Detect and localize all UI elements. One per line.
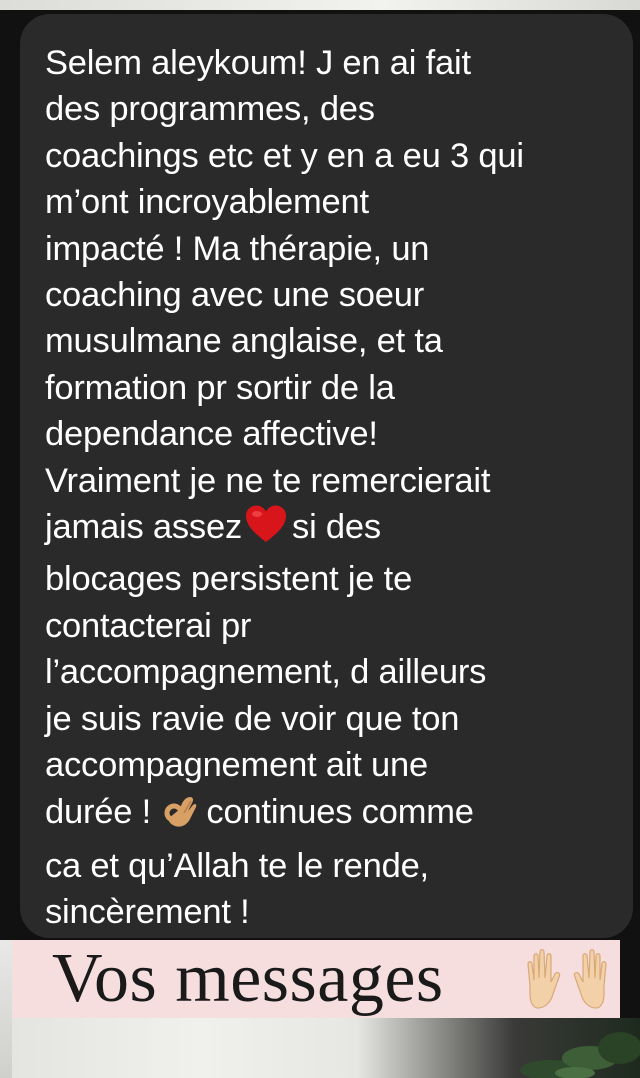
background-top-strip bbox=[0, 0, 640, 10]
red-heart-icon bbox=[244, 504, 288, 556]
message-line: formation pr sortir de la bbox=[45, 368, 395, 407]
ok-hand-icon bbox=[160, 791, 200, 843]
message-line: contacterai pr bbox=[45, 606, 252, 645]
message-fragment: continues comme bbox=[206, 792, 474, 831]
message-line: blocages persistent je te bbox=[45, 560, 413, 599]
message-line-with-ok-hand: durée ! continues comme bbox=[45, 789, 611, 843]
banner-title: Vos messages bbox=[52, 940, 444, 1017]
message-line: je suis ravie de voir que ton bbox=[45, 699, 460, 738]
message-line: ca et qu’Allah te le rende, bbox=[45, 846, 429, 885]
message-fragment: jamais assez bbox=[45, 508, 243, 547]
message-line: l’accompagnement, d ailleurs bbox=[45, 653, 487, 692]
message-line: coaching avec une soeur bbox=[45, 276, 424, 315]
message-line: Selem aleykoum! J en ai fait bbox=[45, 44, 471, 82]
background-left-edge bbox=[0, 940, 12, 1078]
background-bottom bbox=[12, 1018, 640, 1078]
message-line: coachings etc et y en a eu 3 qui bbox=[45, 136, 524, 175]
message-line: m’ont incroyablement bbox=[45, 183, 369, 222]
message-line: accompagnement ait une bbox=[45, 746, 429, 785]
message-fragment: si des bbox=[292, 508, 381, 547]
message-line-with-heart: jamais assez si des bbox=[45, 504, 611, 556]
message-bubble: Selem aleykoum! J en ai fait des program… bbox=[20, 14, 633, 938]
message-line: impacté ! Ma thérapie, un bbox=[45, 229, 430, 268]
vos-messages-banner: Vos messages bbox=[12, 940, 620, 1018]
message-line: des programmes, des bbox=[45, 90, 375, 129]
message-line: musulmane anglaise, et ta bbox=[45, 322, 443, 361]
message-line: dependance affective! bbox=[45, 415, 378, 454]
message-fragment: durée ! bbox=[45, 792, 152, 831]
message-line: sincèrement ! bbox=[45, 893, 250, 932]
raising-hands-icon bbox=[524, 946, 610, 1017]
plant-image bbox=[520, 1032, 640, 1078]
message-line: Vraiment je ne te remercierait bbox=[45, 461, 491, 500]
